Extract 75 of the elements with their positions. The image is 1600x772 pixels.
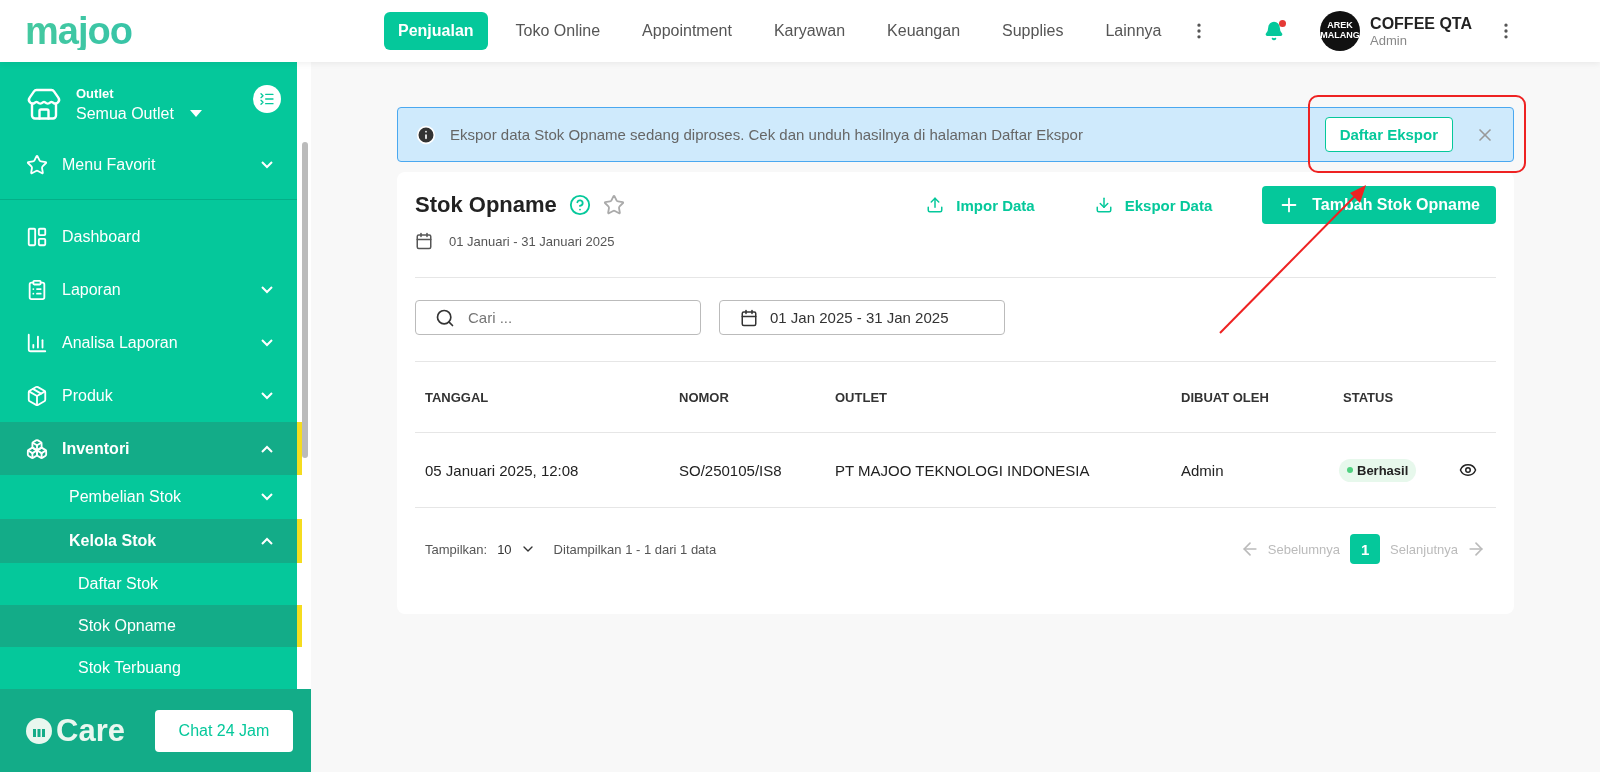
column-header: NOMOR	[678, 389, 730, 405]
download-icon	[1094, 196, 1113, 214]
account-name: COFFEE QTA	[1370, 14, 1472, 33]
nav-tab[interactable]: Supplies	[988, 12, 1078, 50]
action-button[interactable]: Impor Data	[916, 188, 1045, 222]
sidebar-item[interactable]: Produk	[0, 369, 302, 422]
notification-button[interactable]	[1264, 21, 1285, 41]
column-header: STATUS	[1342, 389, 1395, 405]
chevron-icon	[261, 444, 273, 453]
nav-tab[interactable]: Penjualan	[384, 12, 488, 50]
table-cell-text: 05 Januari 2025, 12:08	[424, 461, 580, 479]
calendar-icon	[415, 232, 433, 250]
sidebar-item[interactable]: Dashboard	[0, 210, 302, 263]
period-text: 01 Januari - 31 Januari 2025	[449, 233, 615, 249]
column-header: TANGGAL	[424, 389, 490, 405]
account-role: Admin	[1370, 32, 1408, 48]
collapse-sidebar-button[interactable]	[253, 84, 281, 113]
avatar-logo: AREK MALANG	[1320, 11, 1361, 51]
chevron-icon	[261, 391, 273, 400]
nav-tab[interactable]: Toko Online	[501, 12, 615, 50]
care-logo: Care	[26, 712, 125, 749]
upload-icon	[926, 196, 945, 214]
table-cell-text: SO/250105/IS8	[678, 461, 783, 479]
sidebar-item[interactable]: Pembelian Stok	[0, 475, 302, 519]
sidebar-item[interactable]: Menu Favorit	[0, 141, 302, 189]
outlet-dropdown[interactable]: Semua Outlet	[76, 105, 202, 123]
star-icon	[26, 154, 48, 176]
search-icon	[435, 307, 455, 328]
store-icon	[26, 86, 62, 123]
per-page-label: Tampilkan:	[425, 541, 488, 557]
per-page-dropdown[interactable]: 10	[497, 541, 536, 557]
collapse-icon	[259, 90, 275, 107]
table-cell-text: PT MAJOO TEKNOLOGI INDONESIA	[834, 461, 1091, 479]
column-header: DIBUAT OLEH	[1180, 389, 1270, 405]
sidebar-item[interactable]: Laporan	[0, 263, 302, 316]
sidebar-item[interactable]: Daftar Stok	[0, 563, 302, 605]
page-title: Stok Opname	[415, 192, 557, 218]
chevron-icon	[261, 338, 273, 347]
nav-tab[interactable]: Keuangan	[873, 12, 975, 50]
sidebar-item[interactable]: Kelola Stok	[0, 519, 302, 563]
action-button[interactable]: Ekspor Data	[1084, 188, 1223, 222]
help-icon[interactable]	[568, 194, 591, 216]
star-icon[interactable]	[602, 194, 625, 216]
banner-message: Ekspor data Stok Opname sedang diproses. Cek dan unduh hasilnya di halaman Daftar Ekspor	[450, 126, 1084, 143]
nav-tab[interactable]: Appointment	[628, 12, 746, 50]
chat-button[interactable]: Chat 24 Jam	[154, 709, 293, 752]
menu-icon	[26, 278, 48, 301]
chevron-icon	[261, 161, 273, 169]
table-cell-text: Admin	[1180, 461, 1225, 479]
export-list-button[interactable]: Daftar Ekspor	[1324, 117, 1453, 152]
chevron-icon	[261, 493, 273, 501]
page-button[interactable]: 1	[1350, 534, 1381, 564]
sidebar-item[interactable]: Stok Opname	[0, 605, 302, 647]
chevron-icon	[261, 285, 273, 294]
view-icon[interactable]	[1459, 461, 1477, 479]
outlet-label: Outlet	[76, 86, 115, 101]
nav-tab[interactable]: Karyawan	[759, 12, 860, 50]
sidebar-item[interactable]: Stok Terbuang	[0, 647, 302, 689]
column-header: OUTLET	[834, 389, 888, 405]
menu-icon	[26, 437, 48, 460]
date-range-field[interactable]: 01 Jan 2025 - 31 Jan 2025	[719, 300, 1005, 335]
menu-icon	[26, 331, 48, 354]
menu-icon	[26, 225, 48, 248]
summary-text: Ditampilkan 1 - 1 dari 1 data	[553, 541, 717, 557]
sidebar-item[interactable]: Analisa Laporan	[0, 316, 302, 369]
menu-icon	[26, 384, 48, 407]
scrollbar[interactable]	[302, 142, 308, 458]
info-icon	[416, 124, 436, 145]
calendar-icon	[740, 308, 758, 327]
nav-tab[interactable]: Lainnya	[1091, 12, 1176, 50]
sidebar-item[interactable]: Inventori	[0, 422, 302, 475]
search-field[interactable]: Cari ...	[415, 300, 701, 335]
caret-icon	[189, 110, 202, 118]
status-badge: Berhasil	[1339, 458, 1417, 482]
chevron-icon	[261, 537, 273, 545]
